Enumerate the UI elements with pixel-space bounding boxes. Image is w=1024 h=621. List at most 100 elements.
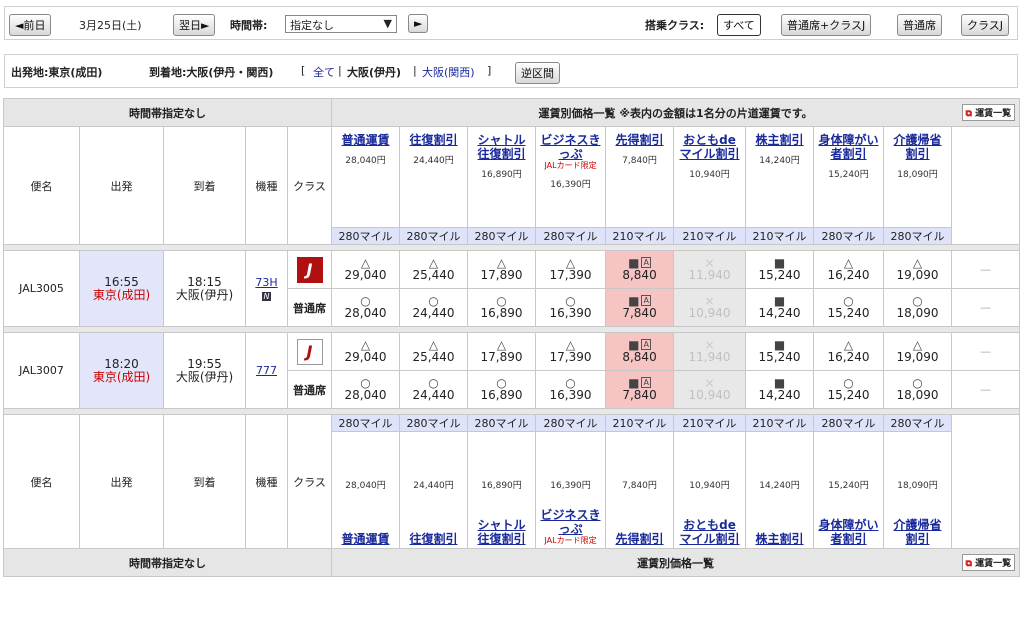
fare-value: 28,040 — [344, 306, 387, 320]
fare-miles-text: 280マイル — [474, 230, 529, 243]
flight-number: JAL3007 — [3, 332, 80, 409]
class-label: 搭乗クラス: — [645, 19, 705, 32]
fare-cell[interactable]: △ 17,890 — [467, 250, 537, 289]
fare-name-link[interactable]: 普通運賃 — [342, 133, 390, 147]
dest-all-link[interactable]: 全て — [313, 64, 335, 80]
fare-cell[interactable]: ○ 18,090 — [883, 288, 953, 327]
fare-cell[interactable]: △ 17,890 — [467, 332, 537, 371]
fare-name-link[interactable]: 介護帰省 割引 — [894, 133, 942, 161]
class-standard-j-button[interactable]: 普通席+クラスJ — [781, 14, 872, 36]
fare-list-button[interactable]: ⧉ 運賃一覧 — [961, 104, 1016, 121]
fare-price: 24,440円 — [413, 156, 454, 166]
fare-name-link[interactable]: ビジネスきっぷ — [541, 508, 601, 536]
fare-name-link[interactable]: 身体障がい 者割引 — [819, 518, 879, 546]
fare-name-line1: 普通運賃 — [341, 532, 390, 546]
fare-name-link[interactable]: 先得割引 — [616, 133, 664, 147]
dash-text: — — [980, 383, 992, 396]
fare-cell[interactable]: ■ 15,240 — [745, 250, 815, 289]
fare-cell[interactable]: ■ A 8,840 — [605, 332, 675, 371]
col-aircraft-header: 機種 — [245, 126, 288, 245]
spacer-cell — [951, 414, 1021, 549]
fare-miles: 280マイル — [467, 227, 537, 245]
prev-day-button[interactable]: ◄前日 — [9, 14, 52, 36]
fare-cell[interactable]: △ 16,240 — [813, 250, 885, 289]
fare-cell[interactable]: ○ 28,040 — [331, 288, 401, 327]
fare-cell[interactable]: ○ 16,890 — [467, 370, 537, 409]
fare-value: 17,390 — [549, 350, 592, 364]
aircraft-badge-icon: N — [261, 291, 272, 301]
dest-kansai-link[interactable]: 大阪(関西) — [422, 64, 475, 80]
fare-cell[interactable]: ■ 14,240 — [745, 288, 815, 327]
time-band-select[interactable]: 指定なし ▼ — [285, 15, 397, 33]
fare-name-link[interactable]: おともde マイル割引 — [680, 133, 740, 161]
class-standard-button[interactable]: 普通席 — [897, 14, 942, 36]
fare-name-line1: 往復割引 — [409, 532, 458, 546]
fare-cell[interactable]: △ 17,390 — [535, 332, 607, 371]
fare-cell[interactable]: △ 17,390 — [535, 250, 607, 289]
fare-value: 7,840 — [622, 388, 657, 402]
fare-cell[interactable]: ○ 15,240 — [813, 288, 885, 327]
fare-cell[interactable]: ○ 28,040 — [331, 370, 401, 409]
fare-cell[interactable]: △ 29,040 — [331, 332, 401, 371]
fare-name-link[interactable]: 往復割引 — [410, 133, 458, 147]
fare-cell[interactable]: ○ 24,440 — [399, 370, 469, 409]
fare-cell[interactable]: ■ 15,240 — [745, 332, 815, 371]
fare-note: JALカード限定 — [544, 536, 597, 545]
fare-cell[interactable]: ○ 16,390 — [535, 288, 607, 327]
aircraft-link[interactable]: 73H — [255, 276, 277, 289]
fare-miles-text: 210マイル — [612, 230, 667, 243]
fare-value: 25,440 — [412, 350, 455, 364]
reverse-route-button[interactable]: 逆区間 — [515, 62, 560, 84]
fare-cell[interactable]: △ 25,440 — [399, 250, 469, 289]
fare-name-link[interactable]: おともde マイル割引 — [680, 518, 740, 546]
fare-cell[interactable]: △ 16,240 — [813, 332, 885, 371]
fare-value: 16,240 — [827, 350, 870, 364]
departure-cell: 18:20 東京(成田) — [79, 332, 164, 409]
fare-name-link[interactable]: 介護帰省 割引 — [894, 518, 942, 546]
fare-miles-text: 280マイル — [821, 230, 876, 243]
fare-header-cell: 28,040円 普通運賃 — [331, 431, 401, 549]
fare-cell[interactable]: ○ 18,090 — [883, 370, 953, 409]
col-aircraft-header-text: 機種 — [255, 179, 278, 193]
fare-name-link[interactable]: 身体障がい 者割引 — [819, 133, 879, 161]
fare-cell[interactable]: ■ A 7,840 — [605, 288, 675, 327]
fare-cell[interactable]: △ 19,090 — [883, 250, 953, 289]
fare-header-cell: 18,090円 介護帰省 割引 — [883, 431, 953, 549]
fare-value: 17,390 — [549, 268, 592, 282]
fare-cell[interactable]: ■ A 8,840 — [605, 250, 675, 289]
separator: | — [338, 64, 342, 77]
fare-cell[interactable]: △ 25,440 — [399, 332, 469, 371]
airline-logo-cell: J — [286, 250, 333, 289]
fare-cell[interactable]: ■ 14,240 — [745, 370, 815, 409]
aircraft-link[interactable]: 777 — [256, 364, 277, 377]
fare-name-link[interactable]: シャトル 往復割引 — [478, 133, 526, 161]
fare-cell: × 10,940 — [673, 370, 747, 409]
fare-miles-text: 280マイル — [821, 417, 876, 430]
next-day-button[interactable]: 翌日► — [173, 14, 216, 36]
fare-miles: 280マイル — [467, 414, 537, 432]
class-j-button[interactable]: クラスJ — [961, 14, 1010, 36]
origin-label: 出発地:東京(成田) — [11, 66, 103, 79]
fare-cell[interactable]: ○ 16,390 — [535, 370, 607, 409]
fare-cell[interactable]: ○ 16,890 — [467, 288, 537, 327]
fare-value: 19,090 — [896, 350, 939, 364]
fare-name-link[interactable]: 往復割引 — [410, 532, 458, 546]
fare-price: 16,890円 — [481, 481, 522, 491]
fare-cell[interactable]: ■ A 7,840 — [605, 370, 675, 409]
fare-name-link[interactable]: 株主割引 — [756, 532, 804, 546]
fare-cell[interactable]: ○ 24,440 — [399, 288, 469, 327]
fare-list-button[interactable]: ⧉ 運賃一覧 — [961, 554, 1016, 571]
fare-cell[interactable]: ○ 15,240 — [813, 370, 885, 409]
fare-miles-text: 280マイル — [406, 417, 461, 430]
fare-name-link[interactable]: 普通運賃 — [342, 532, 390, 546]
fare-name-link[interactable]: 株主割引 — [756, 133, 804, 147]
fare-name-link[interactable]: ビジネスきっぷ — [541, 133, 601, 161]
go-button[interactable]: ► — [408, 14, 429, 33]
fare-name-line2: 者割引 — [830, 147, 867, 161]
fare-name-link[interactable]: シャトル 往復割引 — [478, 518, 526, 546]
class-all-button[interactable]: すべて — [717, 14, 761, 36]
fare-name-link[interactable]: 先得割引 — [616, 532, 664, 546]
fare-cell[interactable]: △ 29,040 — [331, 250, 401, 289]
fare-cell[interactable]: △ 19,090 — [883, 332, 953, 371]
seat-class: 普通席 — [286, 288, 333, 327]
